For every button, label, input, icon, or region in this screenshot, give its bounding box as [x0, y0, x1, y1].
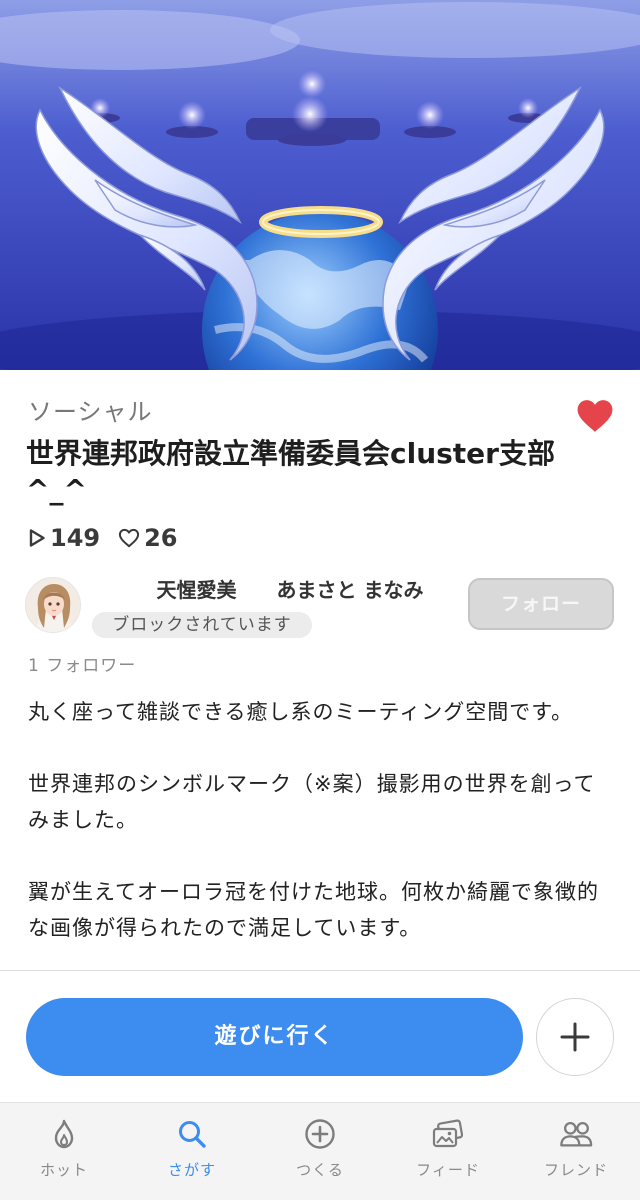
nav-label: ホット [39, 1161, 88, 1179]
nav-label: フレンド [543, 1161, 608, 1179]
world-stats: 149 26 [28, 521, 196, 555]
play-button[interactable]: 遊びに行く [26, 998, 523, 1076]
description-paragraph: 丸く座って雑談できる癒し系のミーティング空間です。 [28, 700, 574, 724]
feed-icon [431, 1117, 465, 1151]
play-count: 149 [28, 524, 100, 552]
play-count-value: 149 [50, 524, 101, 552]
nav-label: フィード [416, 1161, 480, 1179]
divider [0, 970, 640, 971]
avatar[interactable] [25, 577, 81, 633]
heart-outline-icon [119, 528, 140, 548]
nav-create[interactable]: つくる [256, 1103, 384, 1200]
world-title: 世界連邦政府設立準備委員会cluster支部^_^ [26, 437, 555, 506]
nav-label: つくる [296, 1161, 344, 1179]
avatar-portrait [26, 578, 80, 632]
blocked-badge: ブロックされています [92, 612, 312, 638]
plus-circle-icon [303, 1117, 337, 1151]
plus-icon [560, 1022, 590, 1052]
heart-icon [577, 400, 613, 432]
hero-image [0, 0, 640, 370]
favorite-button[interactable] [576, 398, 614, 434]
play-outline-icon [29, 529, 45, 547]
follow-button[interactable]: フォロー [468, 578, 614, 630]
nav-friends[interactable]: フレンド [512, 1103, 640, 1200]
world-description: 丸く座って雑談できる癒し系のミーティング空間です。 世界連邦のシンボルマーク（※… [28, 694, 613, 946]
nav-search[interactable]: さがす [128, 1103, 256, 1200]
nav-feed[interactable]: フィード [384, 1103, 512, 1200]
like-count: 26 [118, 524, 178, 552]
description-paragraph: 翼が生えてオーロラ冠を付けた地球。何枚か綺麗で象徴的な画像が得られたので満足して… [28, 880, 599, 940]
nav-hot[interactable]: ホット [0, 1103, 128, 1200]
flame-icon [47, 1117, 81, 1151]
friends-icon [559, 1117, 593, 1151]
bottom-nav: ホット さがす つくる フィード フレンド [0, 1102, 640, 1200]
description-paragraph: 世界連邦のシンボルマーク（※案）撮影用の世界を創ってみました。 [28, 772, 596, 832]
world-category: ソーシャル [28, 398, 153, 426]
like-count-value: 26 [144, 524, 178, 552]
add-button[interactable] [536, 998, 614, 1076]
follower-count[interactable]: 1 フォロワー [28, 651, 136, 676]
author-name[interactable]: 天惺愛美 あまさと まなみ [120, 574, 460, 603]
nav-label: さがす [167, 1161, 216, 1179]
search-icon [175, 1117, 209, 1151]
